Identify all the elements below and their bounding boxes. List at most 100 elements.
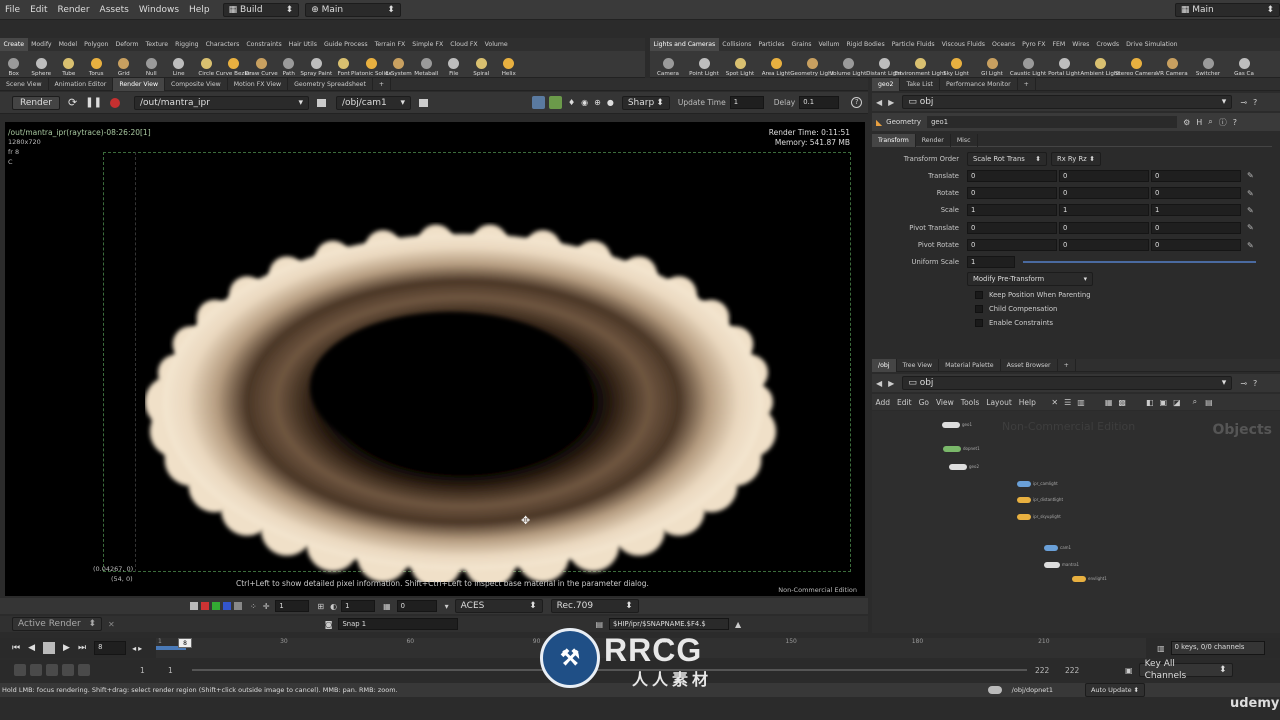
help-icon[interactable]: ?: [1233, 118, 1237, 127]
snap-path-field[interactable]: $HIP/ipr/$SNAPNAME.$F4.$: [609, 618, 730, 630]
shelf-tab-lights-and-cameras[interactable]: Lights and Cameras: [650, 38, 719, 51]
shelf-tab-crowds[interactable]: Crowds: [1093, 38, 1123, 51]
bulb-icon[interactable]: ◉: [581, 98, 588, 107]
menu-file[interactable]: File: [0, 0, 25, 20]
lock-icon[interactable]: ▲: [735, 620, 741, 629]
display-select[interactable]: Rec.709 ⬍: [550, 599, 639, 613]
shelf-tool-stereo-camera[interactable]: Stereo Camera: [1115, 51, 1157, 79]
tab-composite-view[interactable]: Composite View: [165, 77, 228, 91]
net-menu-view[interactable]: View: [932, 396, 957, 409]
shelf-tab-constraints[interactable]: Constraints: [243, 38, 285, 51]
tab-misc[interactable]: Misc: [951, 133, 978, 147]
net-menu-tools[interactable]: Tools: [957, 396, 982, 409]
help-icon[interactable]: ?: [851, 97, 863, 108]
hscript-icon[interactable]: H: [1196, 118, 1202, 127]
tab-material-palette[interactable]: Material Palette: [939, 358, 1001, 372]
shelf-tab-texture[interactable]: Texture: [142, 38, 172, 51]
shelf-tab-rigid-bodies[interactable]: Rigid Bodies: [843, 38, 888, 51]
shelf-tool-point-light[interactable]: Point Light: [686, 51, 722, 79]
shelf-tab-model[interactable]: Model: [55, 38, 81, 51]
menu-windows[interactable]: Windows: [134, 0, 184, 20]
shelf-tab-oceans[interactable]: Oceans: [989, 38, 1019, 51]
param-field-y[interactable]: 0: [1059, 239, 1149, 252]
tab-geometry-spreadsheet[interactable]: Geometry Spreadsheet: [288, 77, 373, 91]
monitor-icon[interactable]: [418, 98, 428, 107]
shelf-tool-spiral[interactable]: Spiral: [468, 51, 496, 79]
list-icon[interactable]: ☰: [1064, 398, 1071, 407]
shelf-tab-hair-utils[interactable]: Hair Utils: [285, 38, 320, 51]
shelf-tool-curve-bezier[interactable]: Curve Bezier: [216, 51, 252, 79]
play-reverse-icon[interactable]: ◀: [28, 643, 35, 653]
key-all-icon[interactable]: ▣: [1125, 666, 1133, 675]
param-field-y[interactable]: 0: [1059, 169, 1149, 182]
transform-order-select[interactable]: Scale Rot Trans ⬍: [967, 151, 1047, 166]
sticky-icon[interactable]: ▥: [1077, 398, 1085, 407]
shelf-tab-wires[interactable]: Wires: [1069, 38, 1093, 51]
add-tab-icon[interactable]: +: [1018, 77, 1036, 91]
region-icon[interactable]: [531, 96, 545, 109]
network-icon[interactable]: ◧: [1146, 398, 1154, 407]
tab-render[interactable]: Render: [916, 133, 951, 147]
timeline-playhead[interactable]: 8: [178, 638, 192, 648]
shelf-tab-polygon[interactable]: Polygon: [81, 38, 112, 51]
node-ipr-distantlight[interactable]: [1017, 497, 1031, 503]
pin-icon[interactable]: ⊸: [1240, 379, 1247, 388]
checkbox-row-enable-constraints[interactable]: Enable Constraints: [872, 316, 1272, 330]
net-menu-edit[interactable]: Edit: [894, 396, 916, 409]
chevron-down-icon[interactable]: ▾: [445, 602, 449, 611]
auto-update-select[interactable]: Auto Update ⬍: [1084, 683, 1145, 697]
menu-assets[interactable]: Assets: [95, 0, 134, 20]
active-render-select[interactable]: Active Render ⬍: [12, 617, 102, 631]
checkbox-row-keep-position-when-parenting[interactable]: Keep Position When Parenting: [872, 288, 1272, 302]
node-envlight1[interactable]: [1072, 576, 1086, 582]
network-canvas[interactable]: Non-Commercial Edition Objects geo1 dopn…: [872, 411, 1280, 633]
menu-help[interactable]: Help: [184, 0, 215, 20]
status-path[interactable]: /obj/dopnet1: [1012, 686, 1053, 694]
zoom-icon[interactable]: ⊕: [594, 98, 601, 107]
right-desktop-select[interactable]: ▦ Main ⬍: [1174, 2, 1280, 17]
channel-all-icon[interactable]: [190, 602, 198, 610]
tab-performance-monitor[interactable]: Performance Monitor: [940, 77, 1018, 91]
node-dopnet1[interactable]: [943, 446, 961, 452]
colorspace-select[interactable]: ACES ⬍: [454, 599, 543, 613]
audio-icon[interactable]: [30, 664, 42, 676]
fps-icon[interactable]: [62, 664, 74, 676]
exposure-field[interactable]: 1: [275, 600, 310, 612]
shelf-tab-fem[interactable]: FEM: [1049, 38, 1069, 51]
range-end[interactable]: 222: [1035, 666, 1065, 675]
play-icon[interactable]: ▶: [63, 643, 70, 653]
shelf-tool-switcher[interactable]: Switcher: [1190, 51, 1226, 79]
help-icon[interactable]: ?: [1253, 98, 1257, 107]
lut-field[interactable]: 0: [396, 600, 437, 612]
net-menu-go[interactable]: Go: [915, 396, 932, 409]
tab-motion-fx-view[interactable]: Motion FX View: [228, 77, 289, 91]
back-icon[interactable]: ◀: [876, 98, 882, 107]
sphere-icon[interactable]: ●: [607, 98, 614, 107]
loop-icon[interactable]: [46, 664, 58, 676]
key-all-channels-button[interactable]: Key All Channels ⬍: [1138, 659, 1233, 681]
channel-alpha-icon[interactable]: [234, 602, 242, 610]
node-name-field[interactable]: geo1: [927, 116, 1178, 128]
grid-icon[interactable]: ⁘: [250, 602, 257, 611]
tab-render-view[interactable]: Render View: [113, 77, 166, 91]
param-path-field[interactable]: ▭ obj ▾: [902, 95, 1233, 109]
tab-asset-browser[interactable]: Asset Browser: [1001, 358, 1058, 372]
shelf-tab-deform[interactable]: Deform: [112, 38, 142, 51]
shelf-tool-spray-paint[interactable]: Spray Paint: [300, 51, 332, 79]
gamma-field[interactable]: 1: [341, 600, 376, 612]
channel-key-icon[interactable]: ✎: [1247, 241, 1254, 250]
range-slider[interactable]: [192, 669, 1027, 671]
channel-key-icon[interactable]: ✎: [1247, 223, 1254, 232]
modify-pre-transform-select[interactable]: Modify Pre-Transform ▾: [967, 272, 1093, 287]
node-mantra1[interactable]: [1044, 562, 1060, 568]
param-field-y[interactable]: 1: [1059, 204, 1149, 217]
range-end-2[interactable]: 222: [1065, 666, 1095, 675]
menu-icon[interactable]: ▤: [1205, 398, 1213, 407]
shelf-tool-tube[interactable]: Tube: [55, 51, 83, 79]
add-tab-icon[interactable]: +: [1058, 358, 1076, 372]
camera-path-field[interactable]: /obj/cam1 ▾: [335, 95, 411, 110]
shelf-tool-torus[interactable]: Torus: [83, 51, 111, 79]
param-field-z[interactable]: 0: [1151, 187, 1241, 200]
param-field-z[interactable]: 0: [1151, 239, 1241, 252]
shelf-tab-drive-simulation[interactable]: Drive Simulation: [1123, 38, 1181, 51]
